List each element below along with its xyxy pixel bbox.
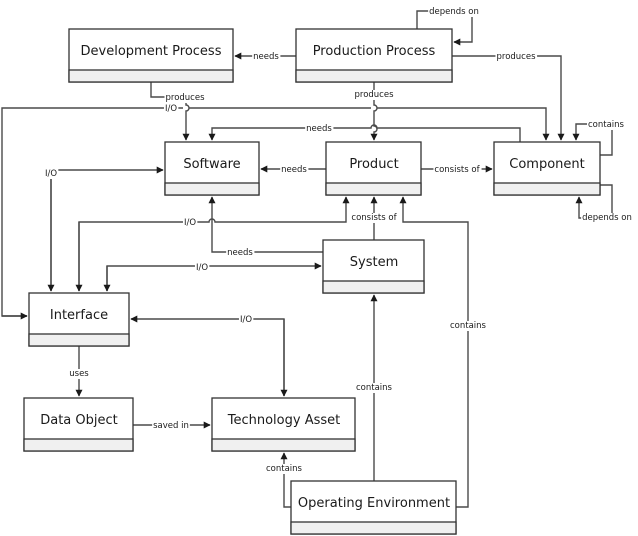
edge-label: contains xyxy=(266,464,303,474)
edge-data-object-saved-in-technology-asset: saved in xyxy=(133,421,211,431)
node-operating-environment[interactable]: Operating Environment xyxy=(290,480,457,535)
edge-interface-io-system: I/O xyxy=(103,262,322,292)
edge-system-consists-of-product: consists of xyxy=(350,196,399,240)
edge-label: consists of xyxy=(351,213,397,223)
edge-label: uses xyxy=(69,369,89,379)
node-label: Development Process xyxy=(81,44,222,59)
node-label: Production Process xyxy=(313,44,436,59)
edge-label: contains xyxy=(588,120,625,130)
edge-label: produces xyxy=(496,52,536,62)
edge-environment-contains-system: contains xyxy=(355,294,394,481)
edge-label: produces xyxy=(354,90,394,100)
edge-label: I/O xyxy=(184,218,196,228)
edge-label: consists of xyxy=(434,165,480,175)
node-label: System xyxy=(350,255,398,270)
node-label: Interface xyxy=(50,308,108,323)
architecture-diagram: depends on needs produces produces produ… xyxy=(1,7,633,535)
edge-label: contains xyxy=(450,321,487,331)
node-technology-asset[interactable]: Technology Asset xyxy=(211,397,356,452)
node-label: Technology Asset xyxy=(227,413,341,428)
node-software[interactable]: Software xyxy=(164,141,260,196)
node-label: Data Object xyxy=(40,413,118,428)
edge-label: depends on xyxy=(429,7,479,17)
node-production-process[interactable]: Production Process xyxy=(295,28,453,83)
edge-interface-io-software: I/O xyxy=(43,166,164,292)
edge-label: needs xyxy=(253,52,279,62)
edge-label: I/O xyxy=(240,315,252,325)
edge-label: needs xyxy=(281,165,307,175)
edge-label: needs xyxy=(306,124,332,134)
node-component[interactable]: Component xyxy=(493,141,601,196)
edge-label: saved in xyxy=(153,421,189,431)
edge-label: I/O xyxy=(165,104,177,114)
edge-interface-uses-data-object: uses xyxy=(68,346,91,397)
node-development-process[interactable]: Development Process xyxy=(68,28,234,83)
edge-interface-io-technology-asset: I/O xyxy=(130,315,288,397)
node-label: Software xyxy=(183,157,240,172)
edge-label: I/O xyxy=(196,263,208,273)
edge-label: contains xyxy=(356,383,393,393)
edge-label: depends on xyxy=(582,213,632,223)
edge-product-consists-of-component: consists of xyxy=(421,165,493,175)
node-label: Component xyxy=(509,157,584,172)
edge-production-produces-component: produces xyxy=(452,52,565,141)
edge-interface-io-component: I/O xyxy=(1,104,546,320)
node-system[interactable]: System xyxy=(322,239,425,294)
edge-label: needs xyxy=(227,248,253,258)
node-product[interactable]: Product xyxy=(325,141,422,196)
edge-label: produces xyxy=(165,93,205,103)
edge-development-produces-software: produces xyxy=(150,82,207,141)
edge-component-needs-software: needs xyxy=(208,124,521,142)
node-interface[interactable]: Interface xyxy=(28,292,130,347)
node-label: Product xyxy=(349,157,398,172)
edge-system-needs-software: needs xyxy=(208,196,323,258)
edge-label: I/O xyxy=(45,169,57,179)
edge-product-needs-software: needs xyxy=(260,165,326,175)
node-data-object[interactable]: Data Object xyxy=(23,397,134,452)
node-label: Operating Environment xyxy=(298,496,450,511)
edge-production-produces-product: produces xyxy=(353,82,396,141)
edge-production-needs-development: needs xyxy=(234,52,296,62)
